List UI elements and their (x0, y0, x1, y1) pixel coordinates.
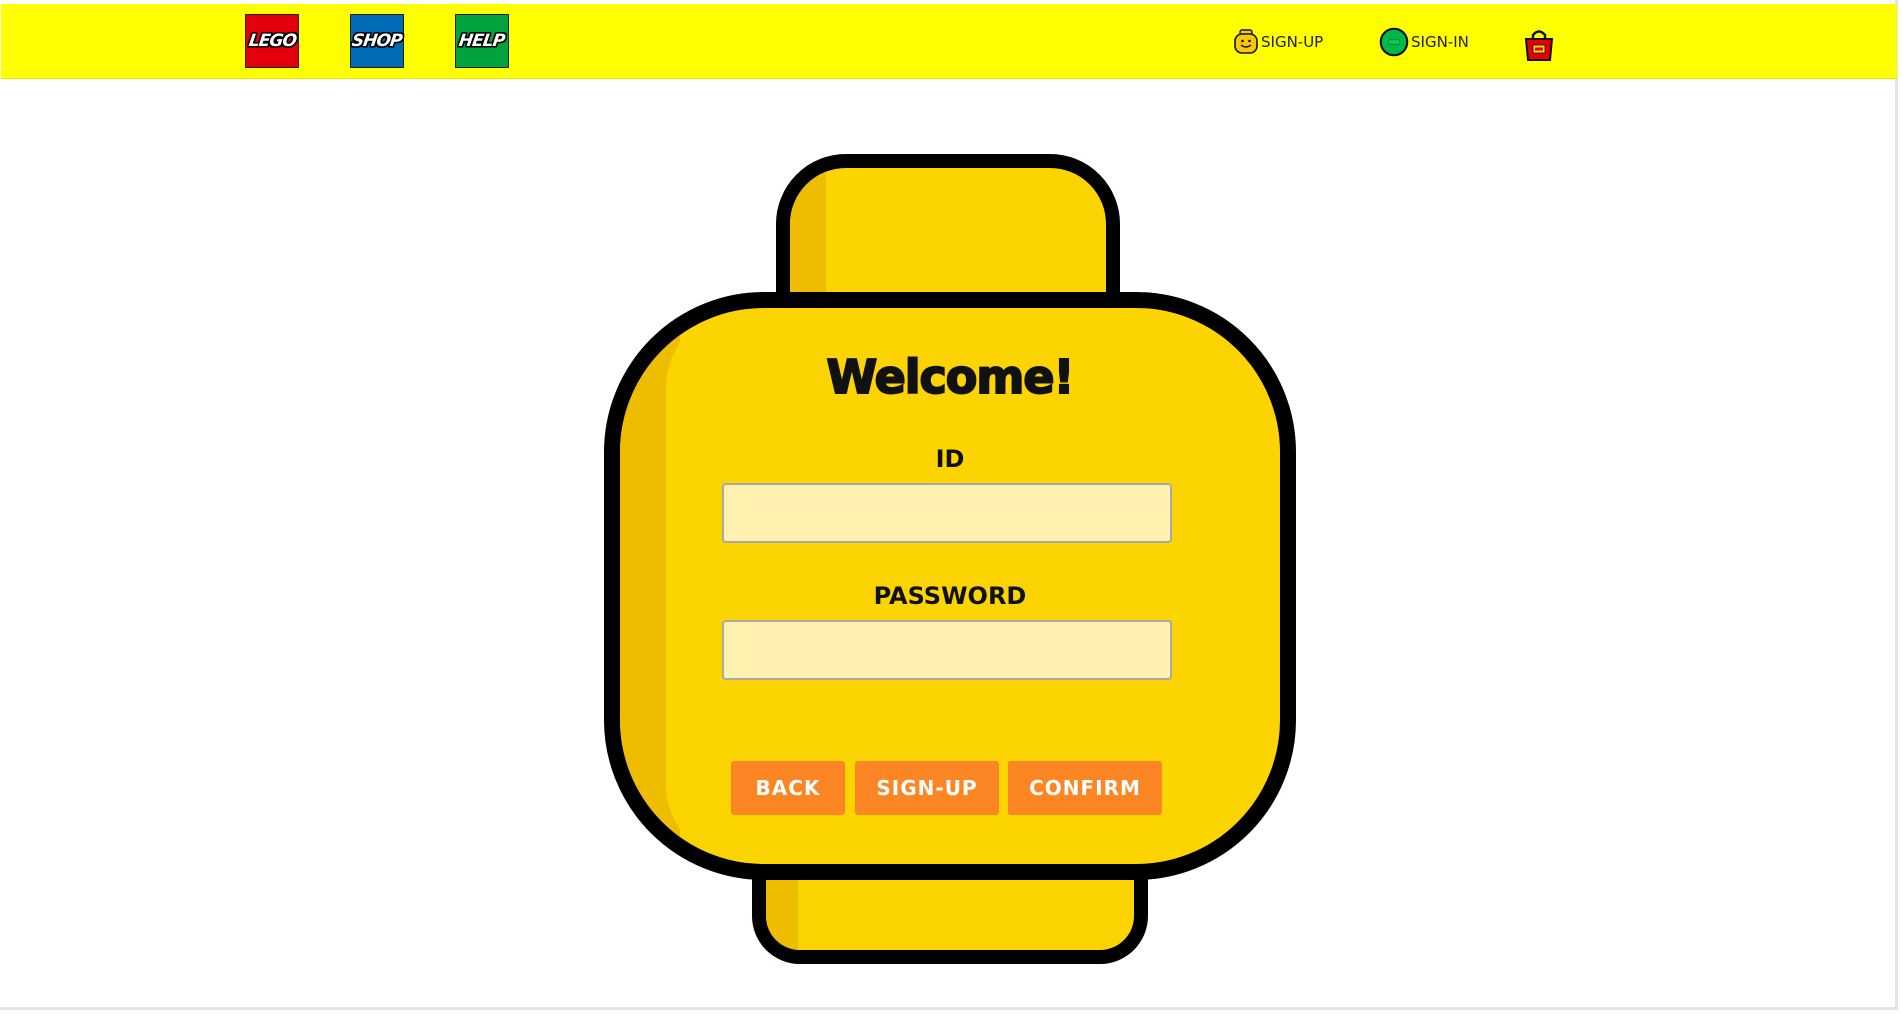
shopping-bag-icon (1524, 30, 1554, 61)
lego-logo-tile[interactable]: LEGO (245, 14, 299, 68)
top-navbar: LEGO SHOP HELP SIGN-UP SIGN-IN (1, 4, 1897, 79)
help-tile[interactable]: HELP (455, 14, 509, 68)
id-input[interactable] (722, 483, 1172, 543)
nav-signup-link[interactable]: SIGN-UP (1233, 26, 1323, 58)
help-tile-text: HELP (458, 31, 506, 51)
lego-logo-text: LEGO (247, 31, 297, 51)
signup-button[interactable]: SIGN-UP (855, 761, 999, 815)
id-label: ID (935, 445, 965, 473)
password-label: PASSWORD (873, 582, 1027, 610)
nav-signin-link[interactable]: SIGN-IN (1379, 26, 1469, 58)
green-stud-icon (1379, 27, 1409, 57)
lego-head-login-card: Welcome! ID PASSWORD BACK SIGN-UP CONFIR… (600, 150, 1300, 970)
back-button[interactable]: BACK (731, 761, 845, 815)
password-input[interactable] (722, 620, 1172, 680)
confirm-button[interactable]: CONFIRM (1008, 761, 1162, 815)
welcome-title: Welcome! (825, 349, 1075, 405)
smiley-head-icon (1234, 29, 1258, 54)
nav-signup-label: SIGN-UP (1261, 33, 1324, 51)
shop-tile-text: SHOP (350, 31, 404, 51)
shopping-bag-link[interactable] (1523, 28, 1555, 62)
shop-tile[interactable]: SHOP (350, 14, 404, 68)
nav-signin-label: SIGN-IN (1411, 33, 1469, 51)
